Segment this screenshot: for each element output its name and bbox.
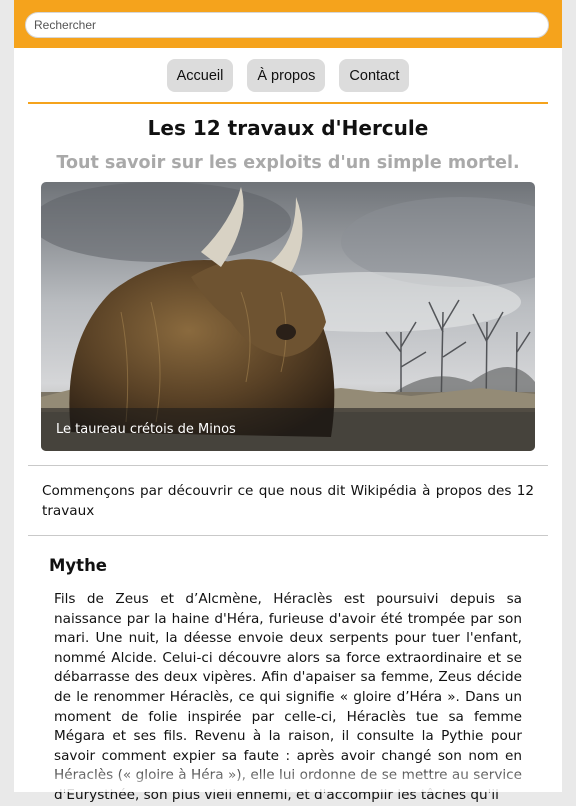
- page-subtitle: Tout savoir sur les exploits d'un simple…: [56, 153, 520, 173]
- page-title: Les 12 travaux d'Hercule: [147, 116, 429, 140]
- search-input[interactable]: [25, 12, 549, 38]
- bottom-fade: [14, 764, 562, 792]
- section-divider: [28, 465, 548, 466]
- intro-text: Commençons par découvrir ce que nous dit…: [42, 483, 534, 519]
- nav-home-button[interactable]: Accueil: [166, 59, 234, 92]
- main-nav: Accueil À propos Contact: [14, 48, 562, 102]
- page: Accueil À propos Contact Les 12 travaux …: [14, 0, 562, 803]
- hero-figure: Le taureau crétois de Minos: [41, 182, 535, 451]
- nav-about-button[interactable]: À propos: [247, 59, 326, 92]
- section-heading: Mythe: [49, 556, 107, 575]
- top-bar: [14, 0, 562, 48]
- hero-caption: Le taureau crétois de Minos: [41, 408, 535, 451]
- nav-contact-button[interactable]: Contact: [339, 59, 410, 92]
